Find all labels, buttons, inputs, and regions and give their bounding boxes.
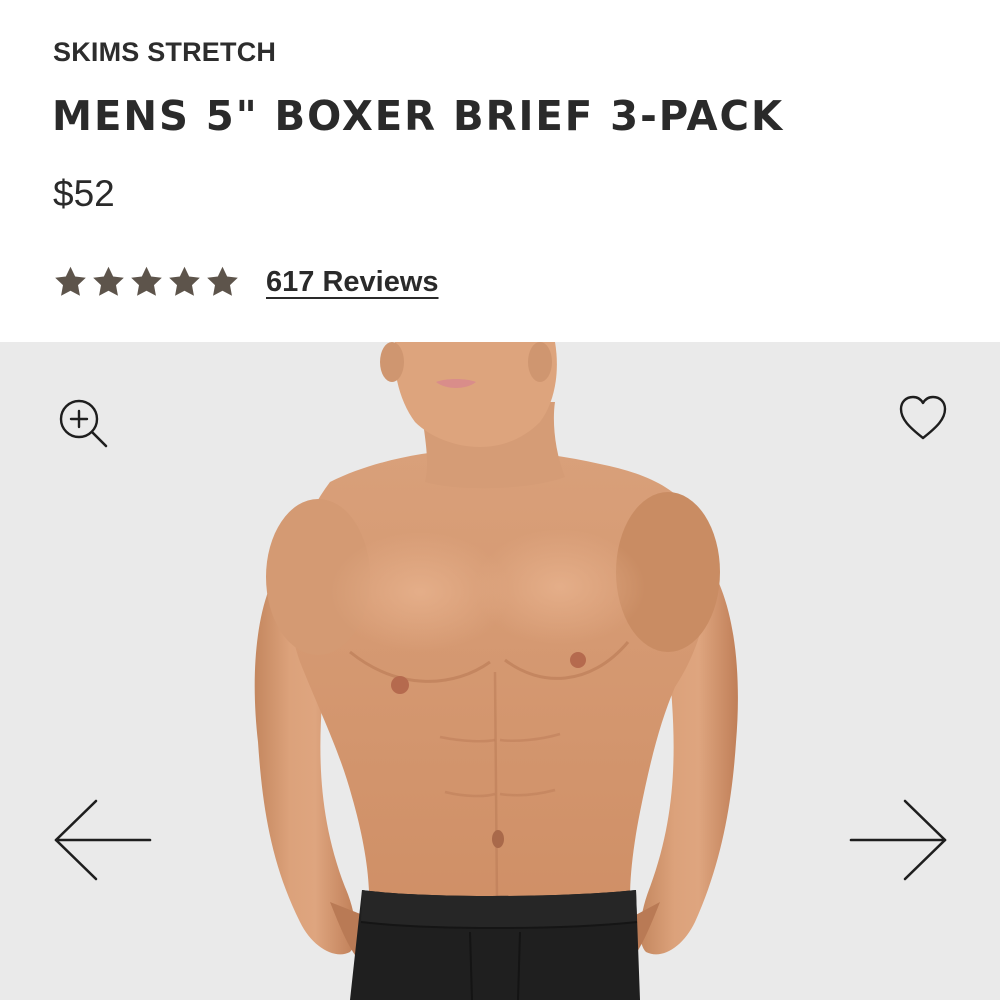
star-rating: [52, 264, 241, 300]
heart-icon[interactable]: [897, 393, 949, 443]
arrow-right-icon[interactable]: [847, 798, 949, 882]
collection-name: SKIMS STRETCH: [53, 37, 277, 67]
product-page: SKIMS STRETCH MENS 5" BOXER BRIEF 3-PACK…: [0, 0, 1000, 1000]
product-image: [0, 342, 1000, 1000]
arrow-left-icon[interactable]: [52, 798, 154, 882]
rating-row: 617 Reviews: [52, 262, 439, 302]
product-image-gallery[interactable]: [0, 342, 1000, 1000]
star-icon: [90, 264, 127, 300]
star-icon: [166, 264, 203, 300]
star-icon: [52, 264, 89, 300]
product-title: MENS 5" BOXER BRIEF 3-PACK: [52, 92, 785, 140]
zoom-in-icon[interactable]: [56, 396, 110, 450]
product-price: $52: [53, 173, 115, 214]
product-info: SKIMS STRETCH MENS 5" BOXER BRIEF 3-PACK…: [0, 0, 1000, 342]
star-icon: [128, 264, 165, 300]
star-icon: [204, 264, 241, 300]
reviews-link[interactable]: 617 Reviews: [266, 266, 439, 299]
